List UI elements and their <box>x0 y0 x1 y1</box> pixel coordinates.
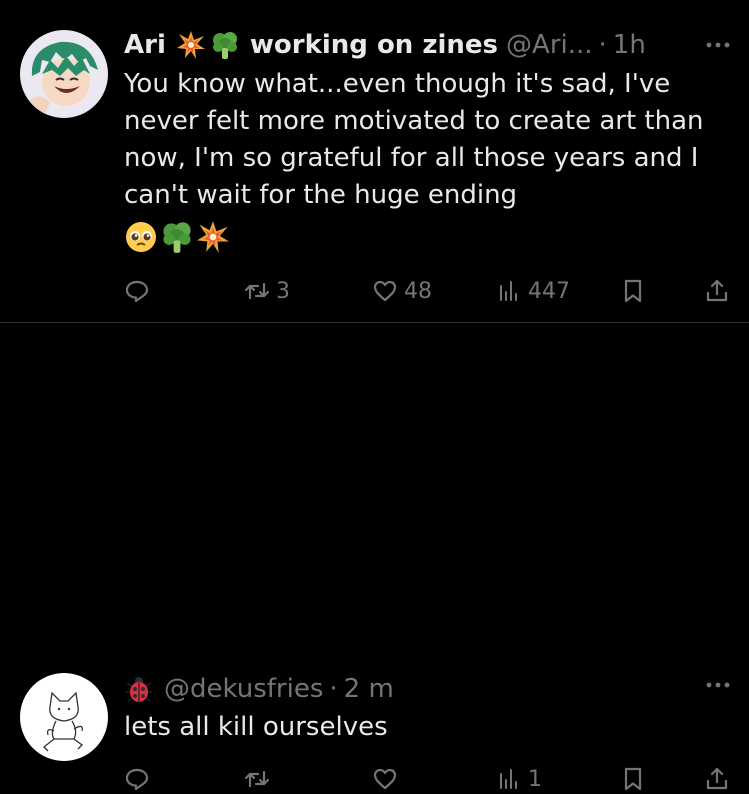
bookmark-button[interactable] <box>620 276 646 306</box>
retweet-button[interactable]: 3 <box>244 276 290 306</box>
share-icon <box>704 766 730 792</box>
views-button[interactable]: 447 <box>496 276 570 306</box>
user-handle[interactable]: @Ari... <box>506 26 593 64</box>
tweet-actions: 3 48 447 <box>124 276 729 306</box>
views-count: 447 <box>528 278 570 304</box>
avatar-dekusfries[interactable] <box>20 673 108 761</box>
collision-icon <box>196 220 230 254</box>
timestamp[interactable]: 2 m <box>344 670 394 708</box>
views-button[interactable]: 1 <box>496 764 542 794</box>
reply-button[interactable] <box>124 764 150 794</box>
reply-icon <box>124 766 150 792</box>
like-count: 48 <box>404 278 432 304</box>
user-handle[interactable]: @dekusfries <box>164 670 323 708</box>
reply-button[interactable] <box>124 276 150 306</box>
tweet-1[interactable]: Ari working on zines @Ari... · 1h You kn… <box>0 0 749 323</box>
display-name-suffix: working on zines <box>249 30 499 60</box>
bookmark-button[interactable] <box>620 764 646 794</box>
broccoli-icon <box>160 220 194 254</box>
pleading-face-icon <box>124 220 158 254</box>
bookmark-icon <box>620 766 646 792</box>
bookmark-icon <box>620 278 646 304</box>
views-icon <box>496 278 522 304</box>
like-button[interactable] <box>372 764 404 794</box>
share-button[interactable] <box>704 276 730 306</box>
views-icon <box>496 766 522 792</box>
tweet-header: Ari working on zines @Ari... · 1h <box>124 26 729 64</box>
heart-icon <box>372 766 398 792</box>
reply-icon <box>124 278 150 304</box>
retweet-icon <box>244 278 270 304</box>
retweet-count: 3 <box>276 278 290 304</box>
broccoli-icon <box>210 30 240 60</box>
tweet-header: @dekusfries · 2 m <box>124 670 729 708</box>
separator-dot: · <box>329 674 338 704</box>
avatar-ari[interactable] <box>20 30 108 118</box>
like-button[interactable]: 48 <box>372 276 432 306</box>
display-name[interactable]: Ari <box>124 26 166 64</box>
tweet-2[interactable]: @dekusfries · 2 m lets all kill ourselve… <box>0 323 749 792</box>
lady-beetle-icon <box>124 674 154 704</box>
tweet-actions: 1 <box>124 764 729 794</box>
share-icon <box>704 278 730 304</box>
tweet-text: You know what...even though it's sad, I'… <box>124 69 704 210</box>
heart-icon <box>372 278 398 304</box>
retweet-icon <box>244 766 270 792</box>
share-button[interactable] <box>704 764 730 794</box>
collision-icon <box>176 30 206 60</box>
more-options-icon[interactable] <box>705 40 731 50</box>
more-options-icon[interactable] <box>705 680 731 690</box>
retweet-button[interactable] <box>244 764 276 794</box>
timestamp[interactable]: 1h <box>613 26 646 64</box>
separator-dot: · <box>598 30 607 60</box>
views-count: 1 <box>528 766 542 792</box>
tweet-emojis <box>124 220 230 254</box>
tweet-text: lets all kill ourselves <box>124 712 388 742</box>
